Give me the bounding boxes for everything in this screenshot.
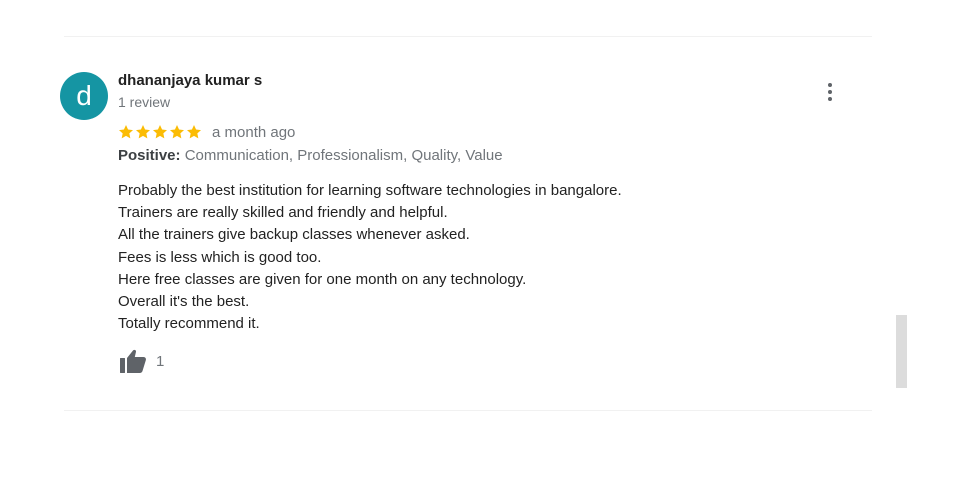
more-vertical-icon (828, 83, 832, 87)
thumbs-up-icon (120, 349, 146, 373)
positive-label: Positive: (118, 147, 181, 164)
like-count: 1 (156, 352, 165, 370)
like-row: 1 (118, 347, 164, 375)
review-text-line: Trainers are really skilled and friendly… (118, 204, 448, 222)
review-text: Probably the best institution for learni… (118, 180, 798, 335)
reviewer-name[interactable]: dhananjaya kumar s (118, 72, 262, 89)
review-text-line: Probably the best institution for learni… (118, 182, 622, 199)
review-panel: d dhananjaya kumar s 1 review a month ag… (0, 0, 962, 488)
rating-row: a month ago (118, 122, 295, 142)
positive-values: Communication, Professionalism, Quality,… (184, 147, 503, 164)
review-text-line: Totally recommend it. (118, 315, 260, 333)
avatar[interactable]: d (60, 72, 108, 120)
review-time: a month ago (212, 123, 296, 141)
more-options-button[interactable] (818, 80, 842, 104)
review-text-line: Here free classes are given for one mont… (118, 270, 527, 288)
review-count[interactable]: 1 review (118, 94, 170, 110)
star-icon (136, 125, 150, 139)
positive-attributes: Positive: Communication, Professionalism… (118, 147, 503, 164)
star-icon (170, 125, 184, 139)
star-icon (187, 125, 201, 139)
star-rating (118, 124, 202, 140)
top-divider (64, 36, 872, 37)
star-icon (119, 125, 133, 139)
review-text-line: Fees is less which is good too. (118, 248, 322, 266)
star-icon (153, 125, 167, 139)
more-vertical-icon-dot (828, 90, 832, 94)
bottom-divider (64, 410, 872, 411)
review-text-line: Overall it's the best. (118, 293, 250, 311)
like-button[interactable] (118, 347, 148, 375)
scrollbar-thumb[interactable] (896, 315, 907, 388)
more-vertical-icon-dot (828, 97, 832, 101)
review-text-line: All the trainers give backup classes whe… (118, 226, 470, 244)
